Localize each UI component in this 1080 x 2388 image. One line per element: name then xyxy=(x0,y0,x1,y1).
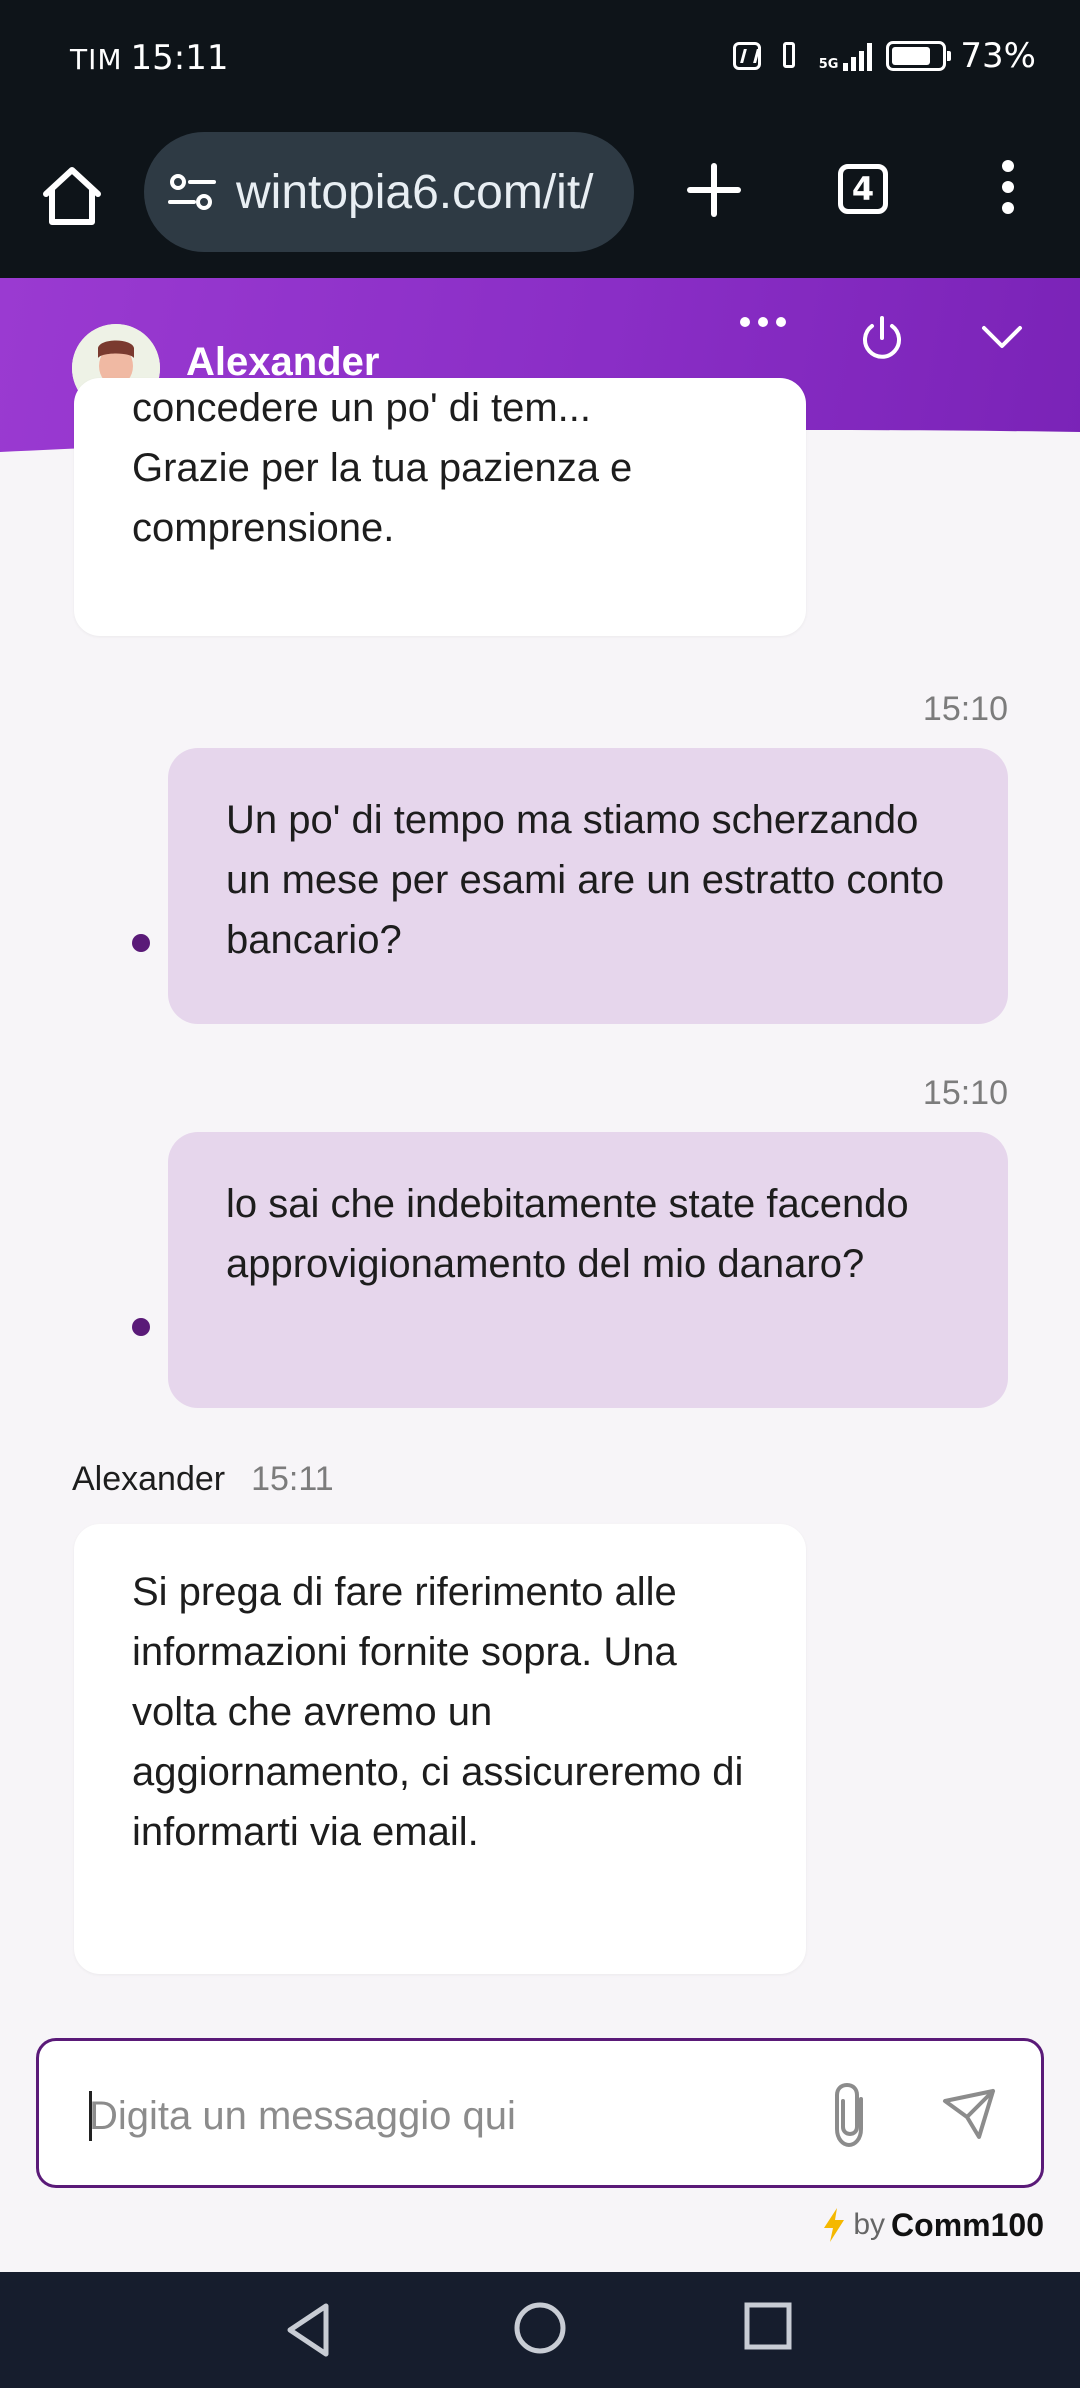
message-time: 15:11 xyxy=(251,1460,334,1498)
back-icon[interactable] xyxy=(282,2300,336,2360)
network-type: 5G xyxy=(818,57,839,72)
message-line: comprensione. xyxy=(132,506,395,550)
url-text[interactable]: wintopia6.com/it/ xyxy=(236,165,594,220)
site-settings-icon[interactable] xyxy=(168,172,216,212)
more-horiz-icon[interactable] xyxy=(740,314,796,330)
read-indicator xyxy=(132,1318,150,1336)
message-text: Un po' di tempo ma stiamo scherzando un … xyxy=(226,798,945,962)
home-circle-icon[interactable] xyxy=(512,2300,568,2356)
address-bar[interactable]: wintopia6.com/it/ xyxy=(144,132,634,252)
more-vert-icon[interactable] xyxy=(996,160,1020,224)
powered-by-label: by xyxy=(853,2208,886,2241)
recents-icon[interactable] xyxy=(742,2300,794,2352)
carrier-label: TIM xyxy=(70,43,123,76)
power-icon[interactable] xyxy=(858,314,906,362)
send-icon[interactable] xyxy=(939,2083,999,2143)
nfc-icon xyxy=(732,42,761,70)
message-line: Grazie per la tua pazienza e xyxy=(132,446,633,490)
message-composer[interactable] xyxy=(36,2038,1044,2188)
message-time: 15:10 xyxy=(922,1074,1008,1112)
read-indicator xyxy=(132,934,150,952)
incoming-message: Si prega di fare riferimento alle inform… xyxy=(74,1524,806,1974)
brand-name: Comm100 xyxy=(891,2206,1044,2243)
bolt-icon xyxy=(824,2208,845,2242)
home-icon[interactable] xyxy=(38,162,106,230)
new-tab-icon[interactable] xyxy=(686,162,742,218)
outgoing-message: lo sai che indebitamente state facendo a… xyxy=(168,1132,1008,1408)
message-text: Si prega di fare riferimento alle inform… xyxy=(132,1570,744,1854)
vibrate-icon xyxy=(775,40,805,72)
message-time: 15:10 xyxy=(922,690,1008,728)
battery-percent: 73% xyxy=(960,36,1036,76)
battery-icon xyxy=(886,41,952,71)
browser-toolbar: wintopia6.com/it/ 4 xyxy=(0,124,1080,278)
outgoing-message: Un po' di tempo ma stiamo scherzando un … xyxy=(168,748,1008,1024)
status-right: 5G 73% xyxy=(732,36,1036,76)
signal-icon: 5G xyxy=(819,41,873,71)
powered-by[interactable]: by Comm100 xyxy=(821,2206,1044,2244)
paperclip-icon[interactable] xyxy=(823,2079,879,2151)
incoming-message: concedere un po' di tem... Grazie per la… xyxy=(74,378,806,636)
message-meta: Alexander 15:11 xyxy=(72,1460,334,1499)
message-text: lo sai che indebitamente state facendo a… xyxy=(226,1182,909,1286)
clock: 15:11 xyxy=(130,38,229,78)
message-line: concedere un po' di tem... xyxy=(132,386,592,430)
status-bar: TIM 15:11 5G 73% xyxy=(0,0,1080,124)
system-navigation-bar xyxy=(0,2272,1080,2388)
message-input[interactable] xyxy=(89,2081,789,2151)
status-left: TIM 15:11 xyxy=(70,38,229,78)
tabs-icon[interactable]: 4 xyxy=(838,164,888,214)
sender-name: Alexander xyxy=(72,1460,226,1498)
chevron-down-icon[interactable] xyxy=(980,322,1024,352)
message-list[interactable]: concedere un po' di tem... Grazie per la… xyxy=(0,378,1080,1998)
